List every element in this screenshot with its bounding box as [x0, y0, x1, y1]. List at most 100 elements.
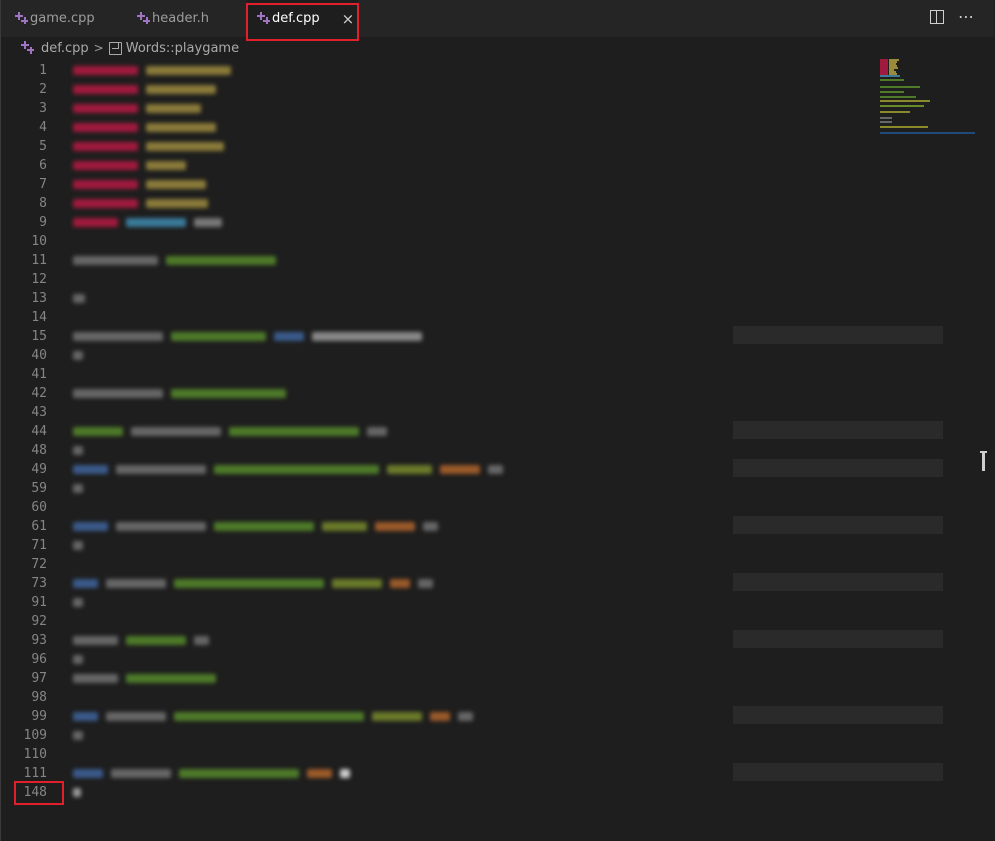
code-line — [73, 80, 216, 99]
line-number: 6 — [39, 158, 47, 173]
line-number: 98 — [31, 690, 47, 705]
chevron-right-icon: > — [93, 41, 104, 55]
code-line — [73, 460, 503, 479]
line-number: 110 — [23, 747, 47, 762]
cpp-file-icon — [254, 11, 272, 27]
cpp-file-icon — [134, 11, 152, 27]
code-line — [73, 479, 83, 498]
code-line — [73, 593, 83, 612]
tab-game-cpp[interactable]: game.cpp — [12, 0, 95, 37]
code-line — [73, 574, 433, 593]
line-number: 97 — [31, 671, 47, 686]
line-number: 40 — [31, 348, 47, 363]
line-number: 12 — [31, 272, 47, 287]
tab-bar: game.cpp header.h def.cpp × ⋯ — [1, 0, 994, 37]
code-line — [73, 422, 387, 441]
breadcrumb-symbol[interactable]: Words::playgame — [126, 41, 239, 56]
line-number: 96 — [31, 652, 47, 667]
line-number: 72 — [31, 557, 47, 572]
code-line — [73, 783, 81, 802]
code-line — [73, 118, 216, 137]
line-number: 8 — [39, 196, 47, 211]
line-number: 61 — [31, 519, 47, 534]
line-number: 7 — [39, 177, 47, 192]
code-line — [73, 213, 222, 232]
line-number: 41 — [31, 367, 47, 382]
line-number: 13 — [31, 291, 47, 306]
code-line — [73, 289, 85, 308]
line-number: 14 — [31, 310, 47, 325]
folded-region — [733, 516, 943, 534]
folded-region — [733, 630, 943, 648]
code-line — [73, 707, 473, 726]
editor-window: game.cpp header.h def.cpp × ⋯ def.cpp > … — [0, 0, 995, 841]
tab-label: game.cpp — [30, 11, 95, 26]
breadcrumb-file[interactable]: def.cpp — [41, 41, 89, 56]
code-line — [73, 251, 276, 270]
line-number: 2 — [39, 82, 47, 97]
line-number: 48 — [31, 443, 47, 458]
breadcrumb: def.cpp > Words::playgame — [1, 37, 994, 59]
code-line — [73, 536, 83, 555]
close-icon[interactable]: × — [342, 10, 355, 28]
code-line — [73, 327, 422, 346]
code-line — [73, 631, 209, 650]
code-line — [73, 669, 216, 688]
folded-region — [733, 573, 943, 591]
cpp-file-icon — [12, 11, 30, 27]
code-line — [73, 441, 83, 460]
code-editor[interactable]: 1 2 3 4 5 6 7 8 9 10 11 12 13 14 15 40 4… — [1, 59, 994, 841]
folded-region — [733, 459, 943, 477]
tab-label: def.cpp — [272, 11, 320, 26]
minimap[interactable] — [877, 59, 975, 139]
line-number: 3 — [39, 101, 47, 116]
code-line — [73, 764, 350, 783]
line-number: 5 — [39, 139, 47, 154]
line-number: 42 — [31, 386, 47, 401]
code-line — [73, 384, 286, 403]
code-line — [73, 517, 438, 536]
line-number: 60 — [31, 500, 47, 515]
code-line — [73, 194, 208, 213]
tab-def-cpp[interactable]: def.cpp × — [247, 0, 358, 37]
line-number: 59 — [31, 481, 47, 496]
line-number: 1 — [39, 63, 47, 78]
cpp-file-icon — [18, 40, 36, 56]
line-number: 11 — [31, 253, 47, 268]
folded-region — [733, 706, 943, 724]
line-number: 93 — [31, 633, 47, 648]
code-line — [73, 61, 231, 80]
line-number: 111 — [23, 766, 47, 781]
code-line — [73, 175, 206, 194]
line-number: 43 — [31, 405, 47, 420]
tab-header-h[interactable]: header.h — [134, 0, 209, 37]
line-number: 91 — [31, 595, 47, 610]
code-line — [73, 650, 83, 669]
folded-region — [733, 421, 943, 439]
code-line — [73, 346, 83, 365]
line-number: 10 — [31, 234, 47, 249]
line-number: 49 — [31, 462, 47, 477]
split-editor-icon[interactable] — [930, 10, 944, 24]
line-number: 9 — [39, 215, 47, 230]
tab-label: header.h — [152, 11, 209, 26]
line-number: 4 — [39, 120, 47, 135]
more-actions-icon[interactable]: ⋯ — [958, 9, 974, 25]
folded-region — [733, 763, 943, 781]
line-number: 44 — [31, 424, 47, 439]
code-line — [73, 726, 83, 745]
code-line — [73, 99, 201, 118]
line-number: 99 — [31, 709, 47, 724]
code-line — [73, 137, 224, 156]
editor-actions: ⋯ — [930, 9, 974, 25]
scrollbar-thumb[interactable] — [980, 451, 987, 471]
line-number: 92 — [31, 614, 47, 629]
code-line — [73, 156, 186, 175]
method-icon — [108, 41, 122, 55]
line-number: 148 — [23, 785, 47, 800]
line-number: 73 — [31, 576, 47, 591]
line-number: 15 — [31, 329, 47, 344]
line-number: 109 — [23, 728, 47, 743]
folded-region — [733, 326, 943, 344]
line-number: 71 — [31, 538, 47, 553]
